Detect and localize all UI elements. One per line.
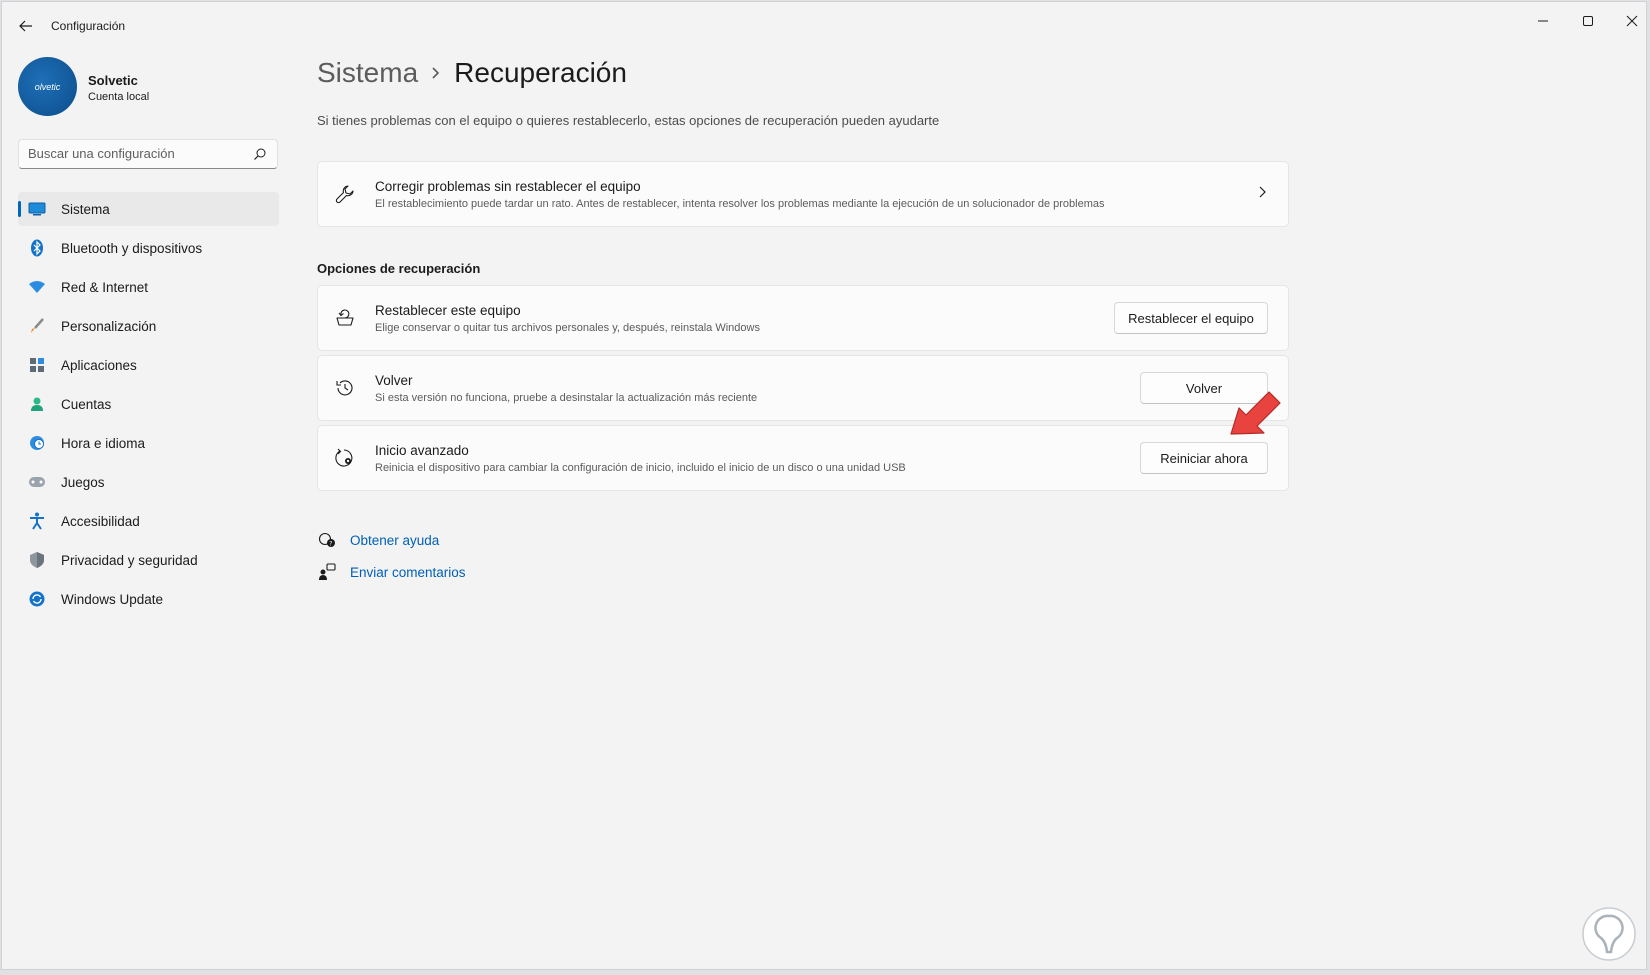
sidebar-item-windows-update[interactable]: Windows Update <box>18 582 279 616</box>
chevron-right-icon <box>1258 185 1266 203</box>
update-icon <box>28 590 46 608</box>
advanced-startup-card: Inicio avanzado Reinicia el dispositivo … <box>317 425 1289 491</box>
chevron-right-icon <box>430 66 440 80</box>
search-icon <box>254 148 266 160</box>
card-title: Corregir problemas sin restablecer el eq… <box>375 179 641 194</box>
accessibility-icon <box>28 512 46 530</box>
help-icon: ? <box>317 530 337 550</box>
svg-text:?: ? <box>329 541 332 548</box>
system-icon <box>28 200 46 218</box>
card-subtitle: El restablecimiento puede tardar un rato… <box>375 198 1105 210</box>
settings-window: Configuración olvetic Solvetic Cuenta lo… <box>1 1 1647 970</box>
sidebar-item-label: Bluetooth y dispositivos <box>61 240 203 256</box>
apps-icon <box>28 356 46 374</box>
sidebar-item-label: Windows Update <box>61 591 164 607</box>
sidebar-item-red[interactable]: Red & Internet <box>18 270 279 304</box>
card-subtitle: Elige conservar o quitar tus archivos pe… <box>375 322 760 334</box>
sidebar-item-bluetooth[interactable]: Bluetooth y dispositivos <box>18 231 279 265</box>
wrench-icon <box>334 183 356 205</box>
reset-pc-card: Restablecer este equipo Elige conservar … <box>317 285 1289 351</box>
card-title: Volver <box>375 373 413 388</box>
sidebar-item-label: Hora e idioma <box>61 435 146 451</box>
shield-icon <box>28 551 46 569</box>
card-title: Inicio avanzado <box>375 443 469 458</box>
watermark-logo <box>1582 907 1636 961</box>
clock-globe-icon <box>28 434 46 452</box>
sidebar-item-aplicaciones[interactable]: Aplicaciones <box>18 348 279 382</box>
title-bar: Configuración <box>2 2 1646 50</box>
page-title: Recuperación <box>454 57 627 88</box>
sidebar-item-personalizacion[interactable]: Personalización <box>18 309 279 343</box>
maximize-icon <box>1583 16 1593 26</box>
red-arrow-icon <box>1230 391 1281 435</box>
minimize-icon <box>1538 20 1548 22</box>
back-arrow-icon <box>19 20 32 32</box>
restart-now-button[interactable]: Reiniciar ahora <box>1140 442 1268 474</box>
feedback-icon <box>317 562 337 582</box>
sidebar-item-accesibilidad[interactable]: Accesibilidad <box>18 504 279 538</box>
profile-account-type: Cuenta local <box>88 91 150 103</box>
reset-pc-icon <box>334 307 356 329</box>
sidebar-item-label: Sistema <box>61 201 110 217</box>
sidebar-item-cuentas[interactable]: Cuentas <box>18 387 279 421</box>
app-title: Configuración <box>51 19 126 33</box>
gamepad-icon <box>28 473 46 491</box>
sidebar-nav: Sistema Bluetooth y dispositivos Red & I… <box>18 192 279 621</box>
sidebar-item-privacidad[interactable]: Privacidad y seguridad <box>18 543 279 577</box>
bluetooth-icon <box>28 239 46 257</box>
sidebar-item-label: Cuentas <box>61 396 112 412</box>
close-button[interactable] <box>1612 8 1650 34</box>
breadcrumb: Sistema Recuperación <box>317 57 627 89</box>
history-icon <box>334 377 356 399</box>
sidebar-item-juegos[interactable]: Juegos <box>18 465 279 499</box>
back-button[interactable] <box>14 14 38 38</box>
sidebar-item-sistema[interactable]: Sistema <box>18 192 279 226</box>
breadcrumb-parent[interactable]: Sistema <box>317 57 418 89</box>
sidebar-item-label: Privacidad y seguridad <box>61 552 198 568</box>
section-title: Opciones de recuperación <box>317 261 481 276</box>
troubleshoot-card[interactable]: Corregir problemas sin restablecer el eq… <box>317 161 1289 227</box>
search-input[interactable] <box>28 146 248 161</box>
wifi-icon <box>28 278 46 296</box>
maximize-button[interactable] <box>1568 8 1608 34</box>
card-title: Restablecer este equipo <box>375 303 521 318</box>
search-box[interactable] <box>18 139 278 169</box>
avatar-text: olvetic <box>34 81 61 92</box>
avatar: olvetic <box>18 57 77 116</box>
card-subtitle: Reinicia el dispositivo para cambiar la … <box>375 462 906 474</box>
go-back-card: Volver Si esta versión no funciona, prue… <box>317 355 1289 421</box>
restart-gear-icon <box>334 447 356 469</box>
reset-pc-button[interactable]: Restablecer el equipo <box>1114 302 1268 334</box>
minimize-button[interactable] <box>1523 8 1563 34</box>
close-icon <box>1626 15 1638 27</box>
sidebar-item-label: Aplicaciones <box>61 357 137 373</box>
page-description: Si tienes problemas con el equipo o quie… <box>317 113 940 128</box>
sidebar-item-label: Red & Internet <box>61 279 149 295</box>
link-label[interactable]: Enviar comentarios <box>350 565 466 580</box>
sidebar-item-label: Personalización <box>61 318 157 334</box>
sidebar-item-hora[interactable]: Hora e idioma <box>18 426 279 460</box>
sidebar-item-label: Juegos <box>61 474 105 490</box>
person-icon <box>28 395 46 413</box>
sidebar-item-label: Accesibilidad <box>61 513 140 529</box>
link-label[interactable]: Obtener ayuda <box>350 533 439 548</box>
profile-name: Solvetic <box>88 73 138 88</box>
card-subtitle: Si esta versión no funciona, pruebe a de… <box>375 392 758 404</box>
brush-icon <box>28 317 46 335</box>
